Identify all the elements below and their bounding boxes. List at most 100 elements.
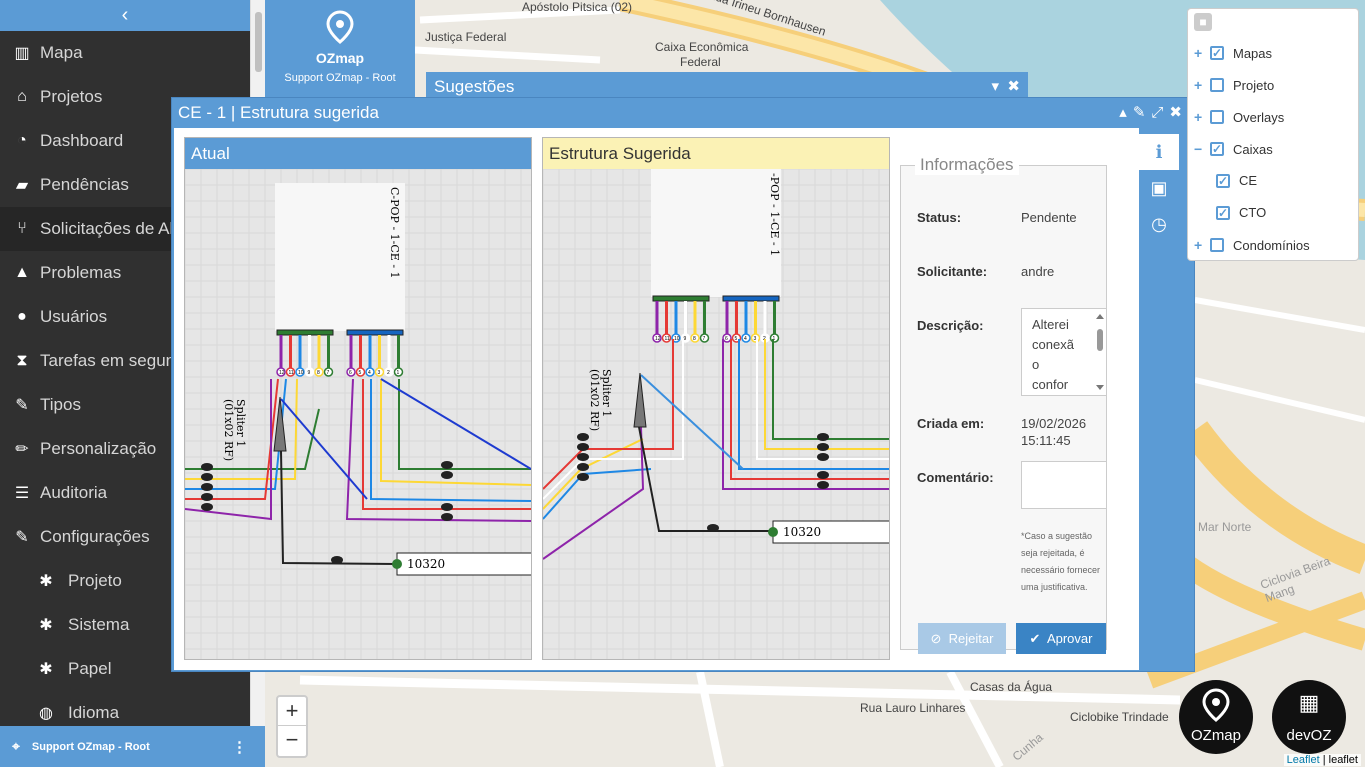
collapse-icon[interactable]: ▴	[1119, 104, 1133, 121]
close-icon[interactable]: ✖	[1169, 104, 1188, 121]
lock-icon[interactable]: ■	[1194, 13, 1212, 31]
suggested-diagram[interactable]: -POP - 1-CE - 112 11 10 9 8 7 6 5 4 3 2 1Spliter 1(…	[543, 169, 889, 659]
layer-item[interactable]: + Projeto	[1194, 77, 1274, 93]
truck-icon: ▰	[15, 177, 29, 194]
gear-icon: ✱	[39, 661, 53, 678]
map-label: Federal	[680, 55, 721, 69]
sidebar-item-0[interactable]: ▥ Mapa	[0, 31, 250, 75]
layer-checkbox[interactable]	[1210, 238, 1224, 252]
minimize-icon[interactable]: ▾	[992, 78, 1000, 95]
layer-checkbox[interactable]	[1210, 110, 1224, 124]
cable-knot	[577, 453, 589, 461]
textarea-scrollbar[interactable]	[1096, 313, 1104, 391]
ozmap-logo-icon	[265, 10, 415, 50]
panel-title: Estrutura Sugerida	[543, 138, 889, 169]
zoom-in-button[interactable]: +	[278, 697, 306, 726]
info-panel: Informações Status: Pendente Solicitante…	[900, 155, 1107, 654]
collapse-button[interactable]: ‹	[0, 0, 250, 31]
leaflet-link[interactable]: Leaflet	[1287, 754, 1320, 766]
suggested-structure-panel: Estrutura Sugerida -POP - 1-CE - 1 12 11 10…	[542, 137, 890, 660]
wrench-icon: ✎	[15, 397, 29, 414]
sidebar-subitem-label: Projeto	[68, 571, 122, 590]
home-icon: ⌂	[17, 88, 27, 105]
description-line: conexã	[1032, 337, 1074, 352]
port-number: 10	[298, 370, 304, 376]
cable-knot	[441, 513, 453, 521]
ban-icon: ⊘	[930, 631, 942, 646]
cable-knot	[441, 471, 453, 479]
port-number: 5	[735, 336, 738, 342]
devoz-badge[interactable]: ▦ devOZ	[1272, 680, 1346, 754]
user-bar[interactable]: ⌖ Support OZmap - Root ⋮	[0, 726, 265, 767]
requester-value: andre	[1021, 264, 1055, 279]
sidebar-subitem-label: Idioma	[68, 703, 120, 722]
layer-checkbox[interactable]: ✓	[1216, 173, 1230, 188]
layer-label: Projeto	[1233, 77, 1275, 93]
cable-knot	[577, 443, 589, 451]
sidebar-item-label: Tipos	[40, 395, 81, 414]
layer-label: CTO	[1239, 205, 1267, 220]
cable-knot	[707, 524, 719, 532]
port-number: 5	[359, 370, 362, 376]
expand-toggle-icon[interactable]: −	[1194, 141, 1206, 157]
layer-item[interactable]: − ✓ Caixas	[1194, 141, 1273, 157]
layer-checkbox[interactable]: ✓	[1210, 46, 1224, 60]
modal-title: CE - 1 | Estrutura sugerida	[178, 103, 379, 122]
edit-icon[interactable]: ✎	[1133, 104, 1152, 121]
kebab-menu-icon[interactable]: ⋮	[232, 738, 247, 756]
layer-checkbox[interactable]: ✓	[1216, 205, 1230, 220]
brand-panel: OZmap Support OZmap - Root	[265, 0, 415, 100]
map-label: Mar Norte	[1198, 520, 1252, 534]
warning-icon: ▲	[14, 264, 30, 281]
layer-item[interactable]: + Condomínios	[1194, 237, 1310, 253]
sidebar-item-label: Solicitações de Alt	[40, 219, 178, 238]
layer-item[interactable]: ✓ CTO	[1216, 205, 1266, 220]
layer-label: Condomínios	[1233, 237, 1310, 253]
image-tab[interactable]: ▣	[1139, 170, 1179, 206]
pie-chart-icon: ◔	[17, 132, 27, 149]
expand-icon[interactable]: ⤢	[1151, 104, 1169, 121]
hourglass-icon: ⧗	[16, 352, 28, 369]
layer-item[interactable]: + Overlays	[1194, 109, 1284, 125]
port-number: 11	[289, 370, 294, 376]
created-label: Criada em:	[917, 416, 985, 431]
reject-button[interactable]: ⊘ Rejeitar	[918, 623, 1006, 654]
modal-body: Atual C-POP - 1-CE - 1 12 11 10 9 8 7 6 5 4 3 2 1 Spl…	[174, 128, 1139, 670]
splitter-ratio: (01x02 RF)	[222, 399, 235, 461]
expand-toggle-icon[interactable]: +	[1194, 45, 1206, 61]
expand-toggle-icon[interactable]: +	[1194, 77, 1206, 93]
approve-button[interactable]: ✔ Aprovar	[1016, 623, 1106, 654]
zoom-out-button[interactable]: −	[278, 726, 306, 755]
scrollbar-thumb[interactable]	[255, 12, 262, 72]
history-tab[interactable]: ◷	[1139, 206, 1179, 242]
cable-knot	[577, 463, 589, 471]
ozmap-badge[interactable]: OZmap	[1179, 680, 1253, 754]
port-number: 4	[368, 370, 371, 376]
layer-item[interactable]: ✓ CE	[1216, 173, 1257, 188]
chevron-left-icon: ‹	[121, 4, 129, 26]
status-value: Pendente	[1021, 210, 1077, 225]
current-diagram[interactable]: C-POP - 1-CE - 112 11 10 9 8 7 6 5 4 3 2 1Spliter 1…	[185, 169, 531, 659]
info-tab[interactable]: ℹ	[1139, 134, 1179, 170]
created-date: 19/02/2026	[1021, 416, 1087, 431]
list-icon: ☰	[14, 485, 30, 502]
layer-checkbox[interactable]: ✓	[1210, 142, 1224, 156]
cable-id: 10320	[407, 557, 445, 571]
expand-toggle-icon[interactable]: +	[1194, 109, 1206, 125]
modal-header[interactable]: CE - 1 | Estrutura sugerida ▴✎⤢✖	[172, 98, 1194, 128]
expand-toggle-icon[interactable]: +	[1194, 237, 1206, 253]
close-icon[interactable]: ✖	[1007, 78, 1020, 95]
cable-knot	[201, 493, 213, 501]
port-number: 12	[279, 370, 285, 376]
port-bar	[722, 295, 780, 302]
layer-checkbox[interactable]	[1210, 78, 1224, 92]
port-number: 7	[327, 370, 330, 376]
layer-item[interactable]: + ✓ Mapas	[1194, 45, 1272, 61]
port-number: 1	[397, 370, 400, 376]
sidebar-item-label: Personalização	[40, 439, 157, 458]
comment-field[interactable]	[1021, 461, 1107, 509]
cable-knot	[817, 453, 829, 461]
description-textarea[interactable]: Alterei conexã o confor	[1021, 308, 1107, 396]
map-label: Justiça Federal	[425, 30, 507, 44]
sidebar-item-label: Mapa	[40, 43, 83, 62]
